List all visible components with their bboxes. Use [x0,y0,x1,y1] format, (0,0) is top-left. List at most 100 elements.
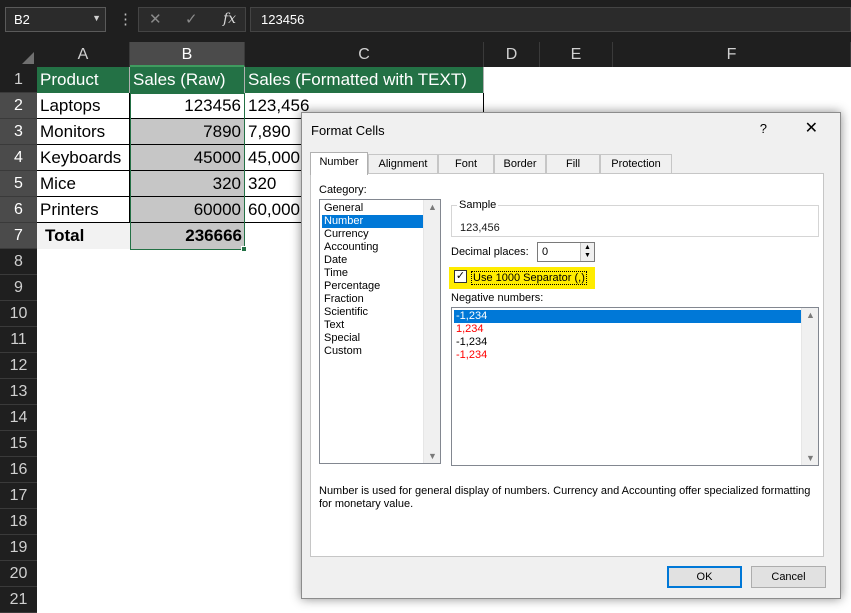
row-header-17[interactable]: 17 [0,483,37,509]
cell-a5[interactable]: Mice [37,171,130,197]
column-header-d[interactable]: D [484,42,540,67]
decimal-places-label: Decimal places: [451,246,529,258]
chevron-up-icon[interactable]: ▲ [428,202,437,212]
more-options-icon[interactable]: ⋮ [118,10,133,28]
negative-scrollbar[interactable]: ▲ ▼ [801,308,818,465]
row-header-14[interactable]: 14 [0,405,37,431]
chevron-up-icon[interactable]: ▲ [806,310,815,320]
row-header-8[interactable]: 8 [0,249,37,275]
cell-a6[interactable]: Printers [37,197,130,223]
confirm-entry-icon[interactable]: ✓ [185,10,198,28]
column-header-a[interactable]: A [37,42,130,67]
stepper-up-icon[interactable]: ▲ [584,244,591,251]
category-item-time[interactable]: Time [322,267,423,280]
negative-option-2[interactable]: 1,234 [454,323,801,336]
decimal-places-stepper[interactable]: 0 ▲ ▼ [537,242,595,262]
formula-input[interactable]: 123456 [250,7,851,32]
cell-a1[interactable]: Product [37,67,130,93]
dialog-title: Format Cells [311,123,385,138]
row-header-1[interactable]: 1 [0,67,37,93]
chevron-down-icon[interactable]: ▼ [92,13,101,23]
negative-option-4[interactable]: -1,234 [454,349,801,362]
negative-numbers-list[interactable]: -1,234 1,234 -1,234 -1,234 ▲ ▼ [451,307,819,466]
separator-label[interactable]: Use 1000 Separator (,) [471,271,587,285]
tab-protection[interactable]: Protection [600,154,672,174]
cell-b2[interactable]: 123456 [130,93,245,119]
tab-font[interactable]: Font [438,154,494,174]
row-header-5[interactable]: 5 [0,171,37,197]
row-header-3[interactable]: 3 [0,119,37,145]
chevron-down-icon[interactable]: ▼ [806,453,815,463]
decimal-places-value: 0 [542,246,549,258]
category-item-special[interactable]: Special [322,332,423,345]
format-cells-dialog: Format Cells ? ✕ Number Alignment Font B… [301,112,841,599]
category-item-number[interactable]: Number [322,215,423,228]
cell-a2[interactable]: Laptops [37,93,130,119]
cancel-entry-icon[interactable]: ✕ [149,10,162,28]
row-header-20[interactable]: 20 [0,561,37,587]
formula-bar: B2 ▼ ⋮ ✕ ✓ fx 123456 [0,0,851,42]
category-item-currency[interactable]: Currency [322,228,423,241]
stepper-down-icon[interactable]: ▼ [584,252,591,259]
cell-b6[interactable]: 60000 [130,197,245,223]
tab-number[interactable]: Number [310,152,368,175]
column-header-f[interactable]: F [613,42,851,67]
tab-alignment[interactable]: Alignment [368,154,438,174]
cell-a7[interactable]: Total [37,223,130,249]
category-item-scientific[interactable]: Scientific [322,306,423,319]
stepper-buttons: ▲ ▼ [580,243,594,261]
name-box[interactable]: B2 ▼ [5,7,106,32]
insert-function-icon[interactable]: fx [223,11,236,27]
cell-b1[interactable]: Sales (Raw) [130,67,245,93]
cell-a4[interactable]: Keyboards [37,145,130,171]
category-scrollbar[interactable]: ▲ ▼ [423,200,440,463]
select-all-corner[interactable] [0,42,37,67]
row-header-4[interactable]: 4 [0,145,37,171]
category-item-text[interactable]: Text [322,319,423,332]
tab-fill[interactable]: Fill [546,154,600,174]
category-item-accounting[interactable]: Accounting [322,241,423,254]
row-header-2[interactable]: 2 [0,93,37,119]
category-item-fraction[interactable]: Fraction [322,293,423,306]
fill-handle[interactable] [241,246,247,252]
tab-border[interactable]: Border [494,154,546,174]
row-header-11[interactable]: 11 [0,327,37,353]
ok-button[interactable]: OK [667,566,742,588]
row-header-18[interactable]: 18 [0,509,37,535]
column-header-c[interactable]: C [245,42,484,67]
cell-a3[interactable]: Monitors [37,119,130,145]
row-header-15[interactable]: 15 [0,431,37,457]
cancel-button[interactable]: Cancel [751,566,826,588]
row-header-13[interactable]: 13 [0,379,37,405]
row-header-9[interactable]: 9 [0,275,37,301]
cell-b7[interactable]: 236666 [130,223,245,249]
row-header-10[interactable]: 10 [0,301,37,327]
formula-value: 123456 [261,12,305,27]
negative-option-1[interactable]: -1,234 [454,310,801,323]
row-header-19[interactable]: 19 [0,535,37,561]
row-header-6[interactable]: 6 [0,197,37,223]
cell-b3[interactable]: 7890 [130,119,245,145]
chevron-down-icon[interactable]: ▼ [428,451,437,461]
row-header-12[interactable]: 12 [0,353,37,379]
row-header-16[interactable]: 16 [0,457,37,483]
negative-option-3[interactable]: -1,234 [454,336,801,349]
cell-b5[interactable]: 320 [130,171,245,197]
column-header-e[interactable]: E [540,42,613,67]
row-header-7[interactable]: 7 [0,223,37,249]
cell-b4[interactable]: 45000 [130,145,245,171]
category-label: Category: [319,184,367,196]
category-list[interactable]: General Number Currency Accounting Date … [319,199,441,464]
category-item-date[interactable]: Date [322,254,423,267]
formula-buttons: ✕ ✓ fx [138,7,246,32]
category-item-custom[interactable]: Custom [322,345,423,358]
column-header-b[interactable]: B [130,42,245,67]
cell-c1[interactable]: Sales (Formatted with TEXT) [245,67,484,93]
negative-numbers-label: Negative numbers: [451,292,544,304]
separator-checkbox[interactable]: ✓ [454,270,467,283]
help-button[interactable]: ? [760,121,767,136]
row-header-21[interactable]: 21 [0,587,37,613]
close-icon[interactable]: ✕ [805,118,818,138]
category-item-general[interactable]: General [322,202,423,215]
category-item-percentage[interactable]: Percentage [322,280,423,293]
